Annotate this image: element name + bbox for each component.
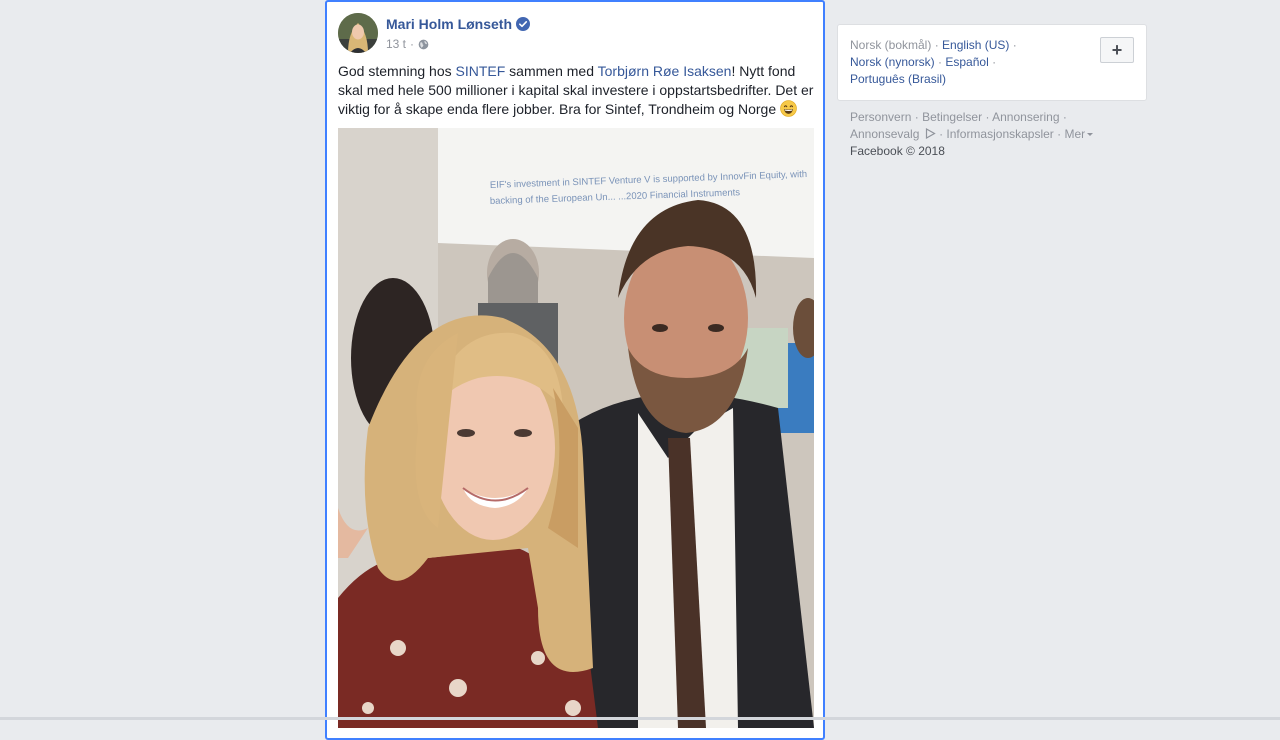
dropdown-arrow-icon (1087, 133, 1094, 137)
footer-link-betingelser[interactable]: Betingelser (922, 110, 982, 124)
footer-link-mer[interactable]: Mer (1065, 127, 1094, 141)
footer-link-annonsering[interactable]: Annonsering (992, 110, 1059, 124)
current-language: Norsk (bokmål) (850, 38, 932, 52)
separator: · (1012, 38, 1017, 52)
globe-icon[interactable] (418, 39, 429, 50)
language-link-portugues-brasil[interactable]: Português (Brasil) (850, 72, 946, 86)
copyright: Facebook © 2018 (850, 144, 945, 158)
meta-separator: · (410, 37, 415, 51)
post-meta: 13 t · (386, 37, 429, 51)
author-avatar[interactable] (338, 13, 378, 53)
post-text-part: God stemning hos (338, 63, 456, 79)
separator: · (938, 55, 943, 69)
separator: · (992, 55, 997, 69)
footer-link-mer-label: Mer (1064, 127, 1086, 141)
separator: · (985, 110, 990, 124)
separator: · (934, 38, 939, 52)
mention-person-link[interactable]: Torbjørn Røe Isaksen (598, 63, 732, 79)
footer-link-annonsevalg[interactable]: Annonsevalg (850, 127, 939, 141)
separator: · (914, 110, 919, 124)
language-link-espanol[interactable]: Español (945, 55, 988, 69)
footer-link-personvern[interactable]: Personvern (850, 110, 911, 124)
post-timestamp[interactable]: 13 t (386, 37, 406, 51)
separator: · (939, 127, 944, 141)
post-card: Mari Holm Lønseth 13 t · God stemning ho… (325, 0, 825, 740)
language-link-norsk-nynorsk[interactable]: Norsk (nynorsk) (850, 55, 935, 69)
adchoices-icon (925, 127, 936, 140)
language-link-english-us[interactable]: English (US) (942, 38, 1009, 52)
post-photo[interactable]: EIF's investment in SINTEF Venture V is … (338, 128, 814, 728)
grinning-emoji-icon (780, 100, 797, 117)
post-text-part: sammen med (505, 63, 598, 79)
language-box: Norsk (bokmål) · English (US) · Norsk (n… (837, 24, 1147, 101)
footer-link-informasjonskapsler[interactable]: Informasjonskapsler (946, 127, 1053, 141)
post-body: God stemning hos SINTEF sammen med Torbj… (338, 62, 816, 119)
separator: · (1062, 110, 1067, 124)
footer-link-annonsevalg-label: Annonsevalg (850, 127, 920, 141)
author-name: Mari Holm Lønseth (386, 16, 513, 32)
plus-icon: + (1111, 39, 1123, 60)
add-language-button[interactable]: + (1100, 37, 1134, 63)
verified-badge-icon (516, 17, 531, 31)
author-name-link[interactable]: Mari Holm Lønseth (386, 16, 531, 32)
separator: · (1057, 127, 1062, 141)
footer-links: Personvern · Betingelser · Annonsering ·… (850, 109, 1140, 160)
mention-sintef-link[interactable]: SINTEF (456, 63, 506, 79)
